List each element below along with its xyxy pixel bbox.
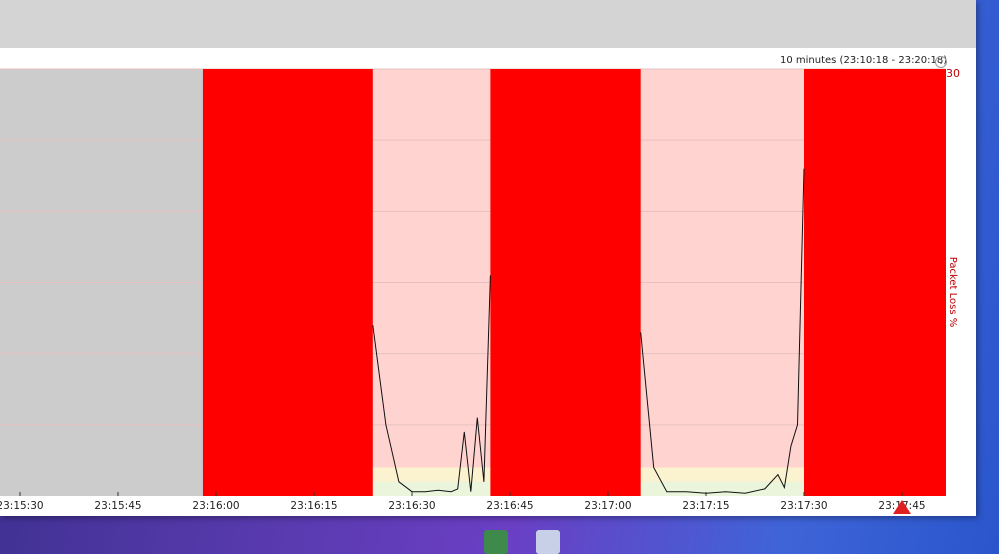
chevron-down-icon[interactable]: ⌄	[935, 56, 947, 68]
full-loss-segment	[202, 69, 373, 496]
x-tick-label: 23:15:30	[0, 500, 44, 512]
monitor-window: 23:15:30 23:15:45 23:16:00 23:16:15 23:16:30…	[0, 0, 976, 516]
x-tick-label: 23:16:45	[486, 500, 533, 512]
x-tick-label: 23:16:00	[192, 500, 239, 512]
full-loss-segment	[490, 69, 641, 496]
x-tick-label: 23:15:45	[94, 500, 141, 512]
time-range-selector[interactable]: 10 minutes (23:10:18 - 23:20:18)	[780, 55, 947, 66]
x-tick-label: 23:17:00	[584, 500, 631, 512]
full-loss-segment	[804, 69, 946, 496]
x-tick-label: 23:17:30	[780, 500, 827, 512]
packet-loss-chart: 23:15:30 23:15:45 23:16:00 23:16:15 23:16:30…	[0, 67, 960, 514]
y-axis-max-label: 30	[946, 67, 960, 80]
x-tick-label: 23:17:15	[682, 500, 729, 512]
y-axis-label: Packet Loss %	[947, 257, 958, 328]
x-tick-label: 23:16:30	[388, 500, 435, 512]
app-icon[interactable]	[536, 530, 560, 554]
app-icon[interactable]	[484, 530, 508, 554]
x-tick-label: 23:16:15	[290, 500, 337, 512]
